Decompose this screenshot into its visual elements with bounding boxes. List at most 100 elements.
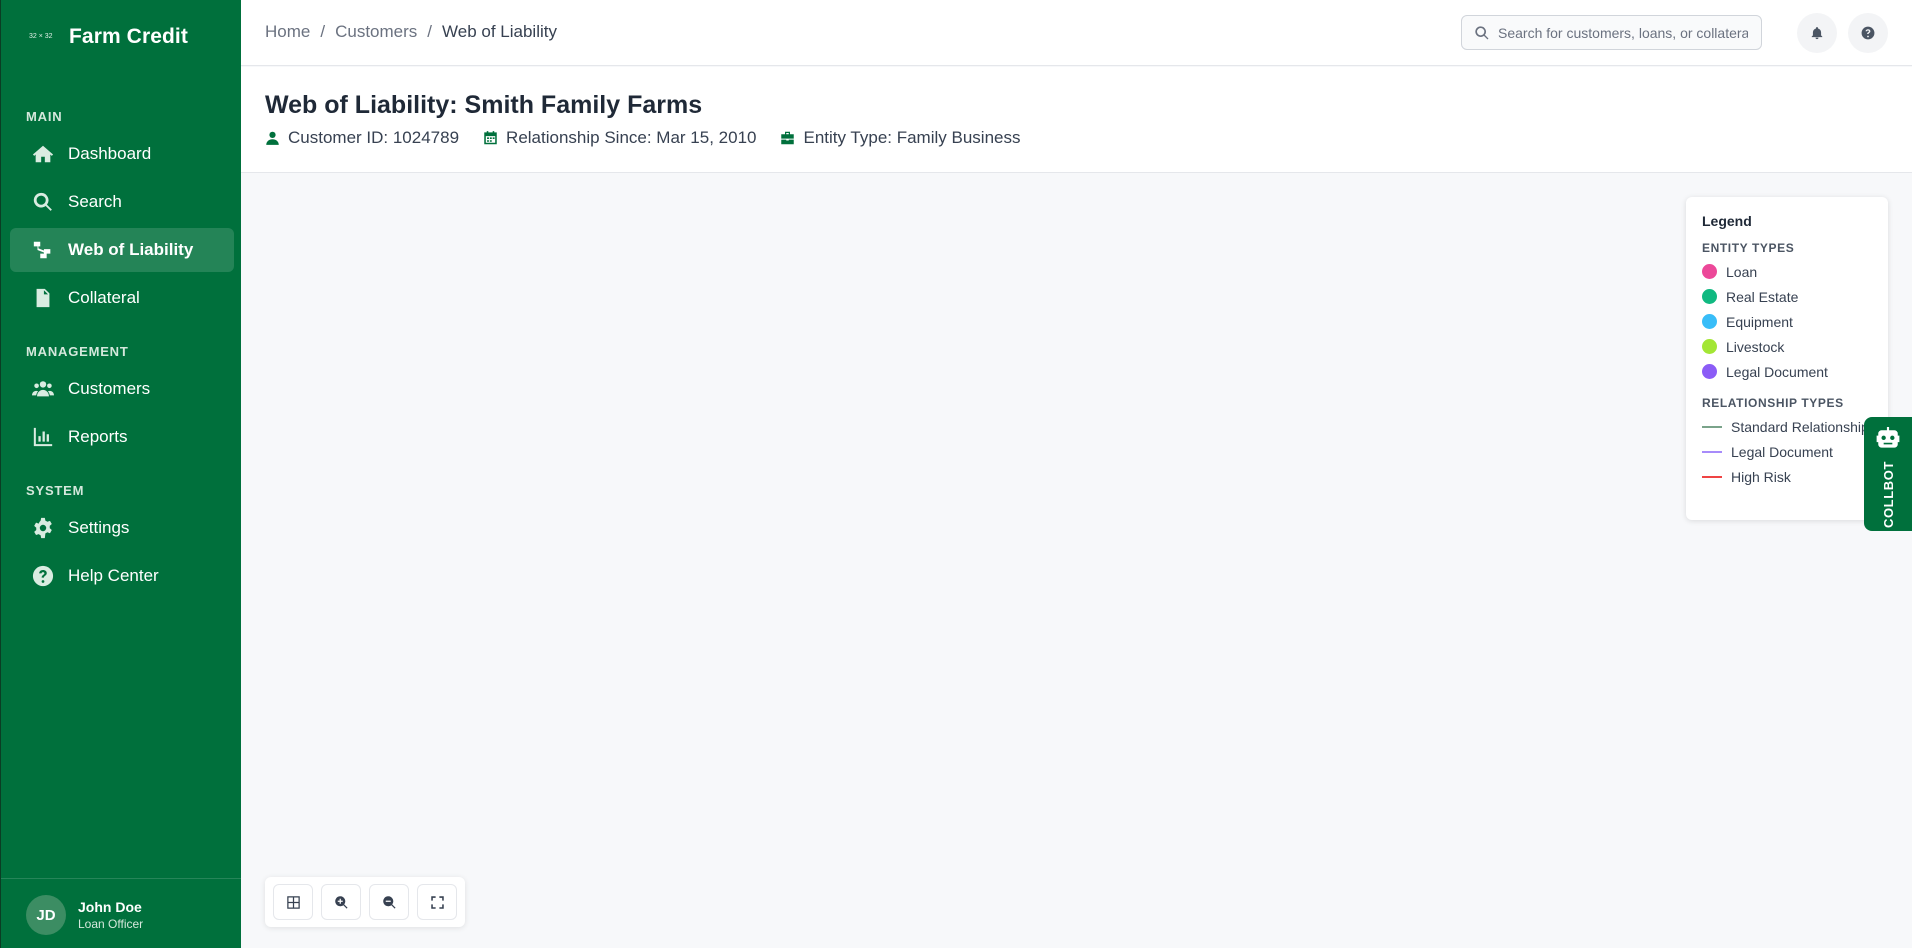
relationship-types-title: RELATIONSHIP TYPES bbox=[1702, 396, 1844, 410]
fullscreen-button[interactable] bbox=[417, 884, 457, 920]
legend-item-loan: Loan bbox=[1702, 259, 1872, 284]
high-risk-line bbox=[1702, 475, 1722, 478]
legend-item-legal-document: Legal Document bbox=[1702, 359, 1872, 384]
search-input[interactable] bbox=[1498, 24, 1748, 41]
sidebar-item-customers[interactable]: Customers bbox=[10, 367, 234, 411]
sidebar-item-web-of-liability[interactable]: Web of Liability bbox=[10, 228, 234, 272]
sidebar-item-search[interactable]: Search bbox=[10, 180, 234, 224]
legend-label: Equipment bbox=[1726, 313, 1793, 330]
sidebar-item-dashboard[interactable]: Dashboard bbox=[10, 132, 234, 176]
legend-label: High Risk bbox=[1731, 468, 1791, 485]
sidebar-item-reports[interactable]: Reports bbox=[10, 415, 234, 459]
customer-meta: Customer ID: 1024789 Relationship Since:… bbox=[265, 128, 1044, 148]
notifications-button[interactable] bbox=[1797, 13, 1837, 53]
zoom-out-button[interactable] bbox=[369, 884, 409, 920]
sidebar-item-label: Reports bbox=[68, 427, 128, 446]
legend-item-high-risk: High Risk bbox=[1702, 464, 1872, 489]
brand-logo: 32 × 32 bbox=[29, 33, 53, 40]
legal-document-dot bbox=[1702, 364, 1717, 379]
legend-label: Real Estate bbox=[1726, 288, 1799, 305]
expand-icon bbox=[430, 895, 444, 909]
help-icon bbox=[1861, 26, 1875, 40]
collbot-label: COLLBOT bbox=[1880, 461, 1896, 529]
sidebar-item-label: Search bbox=[68, 192, 122, 211]
zoom-out-icon bbox=[382, 895, 396, 909]
legend-label: Standard Relationship bbox=[1731, 418, 1869, 435]
breadcrumb: Home / Customers / Web of Liability bbox=[265, 22, 557, 42]
section-title-main: MAIN bbox=[26, 109, 63, 124]
entity-type-text: Entity Type: Family Business bbox=[803, 128, 1021, 147]
breadcrumb-separator: / bbox=[320, 22, 326, 41]
legend-item-equipment: Equipment bbox=[1702, 309, 1872, 334]
search-icon bbox=[1475, 26, 1489, 40]
entity-types-title: ENTITY TYPES bbox=[1702, 241, 1795, 255]
legend-item-legal-document-relation: Legal Document bbox=[1702, 439, 1872, 464]
real-estate-dot bbox=[1702, 289, 1717, 304]
network-icon bbox=[32, 239, 54, 261]
relationship-since: Relationship Since: Mar 15, 2010 bbox=[483, 128, 756, 148]
legend-label: Legal Document bbox=[1731, 443, 1833, 460]
user-divider bbox=[1, 878, 241, 879]
legend-label: Livestock bbox=[1726, 338, 1785, 355]
page-title: Web of Liability: Smith Family Farms bbox=[265, 91, 703, 119]
brand-name: Farm Credit bbox=[69, 25, 188, 48]
briefcase-icon bbox=[781, 131, 795, 145]
calendar-icon bbox=[484, 131, 497, 145]
breadcrumb-customers[interactable]: Customers bbox=[335, 22, 417, 42]
entity-type: Entity Type: Family Business bbox=[780, 128, 1020, 148]
user-name: John Doe bbox=[78, 899, 142, 915]
zoom-in-icon bbox=[334, 895, 348, 909]
customer-id-text: Customer ID: 1024789 bbox=[288, 128, 460, 147]
legend-title: Legend bbox=[1702, 213, 1752, 229]
page-header: Web of Liability: Smith Family Farms Cus… bbox=[241, 67, 1912, 173]
legend-label: Loan bbox=[1726, 263, 1758, 280]
graph-controls bbox=[265, 877, 465, 927]
gear-icon bbox=[32, 517, 54, 539]
topbar: Home / Customers / Web of Liability bbox=[241, 0, 1912, 66]
grid-icon bbox=[286, 895, 300, 909]
help-icon bbox=[32, 565, 54, 587]
breadcrumb-separator: / bbox=[427, 22, 433, 41]
sidebar-item-label: Web of Liability bbox=[68, 240, 194, 259]
breadcrumb-home[interactable]: Home bbox=[265, 22, 310, 42]
document-icon bbox=[32, 287, 54, 309]
breadcrumb-current: Web of Liability bbox=[442, 22, 557, 41]
user-icon bbox=[266, 131, 279, 145]
section-title-management: MANAGEMENT bbox=[26, 344, 129, 359]
equipment-dot bbox=[1702, 314, 1717, 329]
brand[interactable]: 32 × 32 Farm Credit bbox=[29, 24, 188, 50]
legend-item-livestock: Livestock bbox=[1702, 334, 1872, 359]
legal-line bbox=[1702, 450, 1722, 453]
avatar: JD bbox=[26, 895, 66, 935]
graph-canvas[interactable] bbox=[241, 174, 1912, 948]
help-button[interactable] bbox=[1848, 13, 1888, 53]
layout-button[interactable] bbox=[273, 884, 313, 920]
sidebar: 32 × 32 Farm Credit MAIN Dashboard Searc… bbox=[0, 0, 241, 948]
robot-icon bbox=[1876, 427, 1900, 448]
legend-item-standard-relationship: Standard Relationship bbox=[1702, 414, 1872, 439]
search-box[interactable] bbox=[1461, 15, 1762, 50]
legend-item-real-estate: Real Estate bbox=[1702, 284, 1872, 309]
legend-panel: Legend ENTITY TYPES Loan Real Estate Equ… bbox=[1686, 197, 1888, 520]
collbot-button[interactable]: COLLBOT bbox=[1864, 417, 1912, 531]
standard-line bbox=[1702, 425, 1722, 428]
search-icon bbox=[32, 191, 54, 213]
zoom-in-button[interactable] bbox=[321, 884, 361, 920]
loan-dot bbox=[1702, 264, 1717, 279]
chart-icon bbox=[32, 426, 54, 448]
section-title-system: SYSTEM bbox=[26, 483, 85, 498]
livestock-dot bbox=[1702, 339, 1717, 354]
bell-icon bbox=[1811, 27, 1823, 40]
legend-label: Legal Document bbox=[1726, 363, 1828, 380]
user-profile[interactable]: JD John Doe Loan Officer bbox=[26, 895, 143, 935]
sidebar-item-settings[interactable]: Settings bbox=[10, 506, 234, 550]
sidebar-item-label: Collateral bbox=[68, 288, 140, 307]
sidebar-item-label: Customers bbox=[68, 379, 151, 398]
home-icon bbox=[32, 143, 54, 165]
sidebar-item-collateral[interactable]: Collateral bbox=[10, 276, 234, 320]
sidebar-item-help-center[interactable]: Help Center bbox=[10, 554, 234, 598]
relationship-since-text: Relationship Since: Mar 15, 2010 bbox=[506, 128, 757, 147]
users-icon bbox=[32, 378, 54, 400]
sidebar-item-label: Dashboard bbox=[68, 144, 152, 163]
user-role: Loan Officer bbox=[78, 917, 144, 931]
